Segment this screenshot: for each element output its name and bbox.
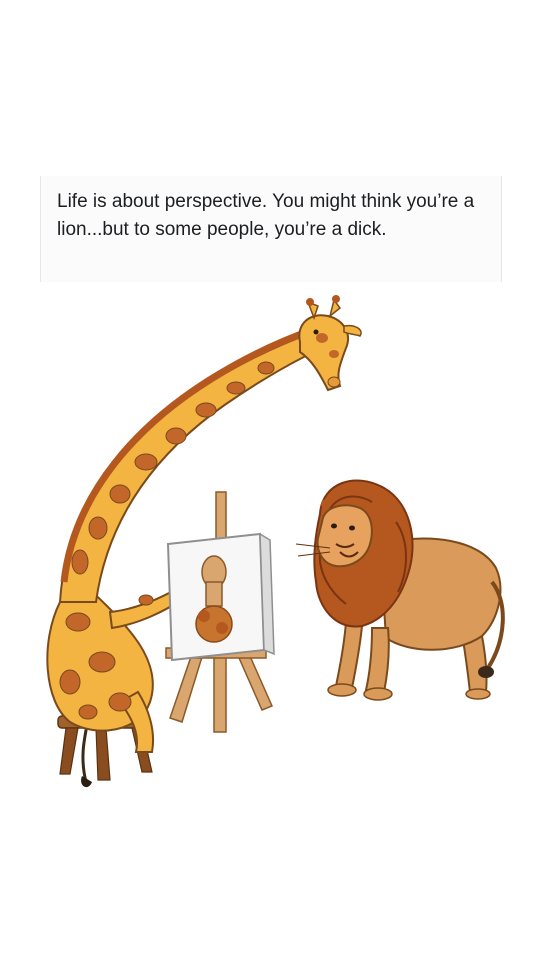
lion xyxy=(295,479,505,701)
post-text-card: Life is about perspective. You might thi… xyxy=(40,176,502,282)
illustration xyxy=(0,282,540,812)
giraffe-head xyxy=(298,295,362,392)
canvas xyxy=(166,532,275,662)
meme-page: Life is about perspective. You might thi… xyxy=(0,0,540,960)
post-text: Life is about perspective. You might thi… xyxy=(57,191,475,240)
